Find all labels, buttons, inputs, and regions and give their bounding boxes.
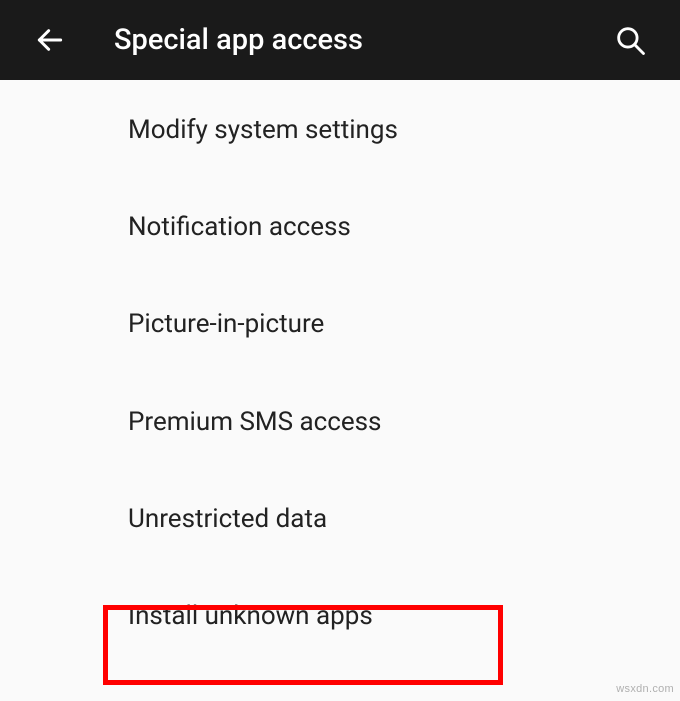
- list-item-unrestricted-data[interactable]: Unrestricted data: [0, 471, 680, 568]
- list-item-picture-in-picture[interactable]: Picture-in-picture: [0, 276, 680, 373]
- list-item-label: Modify system settings: [128, 115, 398, 145]
- watermark: wsxdn.com: [616, 683, 674, 695]
- list-item-label: Picture-in-picture: [128, 309, 324, 339]
- search-button[interactable]: [608, 18, 652, 62]
- list-item-label: Install unknown apps: [128, 601, 373, 631]
- list-item-label: Notification access: [128, 212, 351, 242]
- list-item-notification-access[interactable]: Notification access: [0, 179, 680, 276]
- back-button[interactable]: [28, 18, 72, 62]
- search-icon: [613, 23, 647, 57]
- list-item-premium-sms-access[interactable]: Premium SMS access: [0, 374, 680, 471]
- list-item-modify-system-settings[interactable]: Modify system settings: [0, 82, 680, 179]
- page-title: Special app access: [114, 23, 608, 57]
- list-item-install-unknown-apps[interactable]: Install unknown apps: [0, 568, 680, 665]
- app-bar: Special app access: [0, 0, 680, 80]
- back-arrow-icon: [34, 24, 66, 56]
- list-item-label: Premium SMS access: [128, 407, 381, 437]
- settings-list: Modify system settings Notification acce…: [0, 80, 680, 665]
- list-item-label: Unrestricted data: [128, 504, 327, 534]
